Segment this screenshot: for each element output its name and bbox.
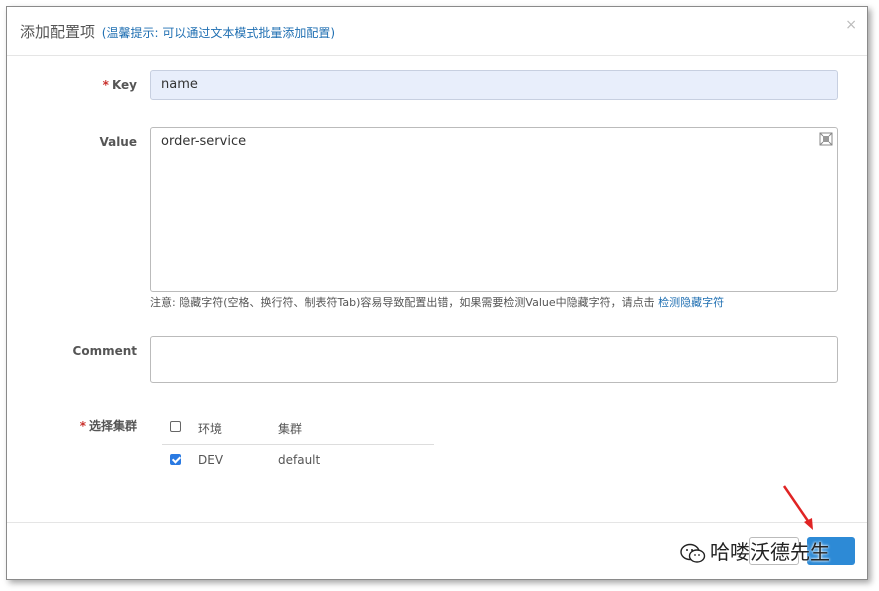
detect-hidden-chars-link[interactable]: 检测隐藏字符 — [658, 296, 724, 309]
note-text: 注意: 隐藏字符(空格、换行符、制表符Tab)容易导致配置出错，如果需要检测Va… — [150, 296, 659, 309]
select-all-checkbox[interactable] — [170, 421, 181, 432]
dialog-title: 添加配置项 (温馨提示: 可以通过文本模式批量添加配置) — [20, 21, 335, 42]
required-mark: * — [102, 78, 109, 92]
fullscreen-icon[interactable] — [819, 132, 833, 146]
value-textarea[interactable]: order-service — [150, 127, 838, 292]
cluster-table: 环境 集群 DEV default — [162, 412, 434, 477]
cluster-header: 集群 — [278, 422, 303, 436]
cluster-table-header: 环境 集群 — [162, 412, 434, 445]
key-label-text: Key — [111, 78, 137, 92]
dialog-hint: (温馨提示: 可以通过文本模式批量添加配置) — [101, 26, 336, 40]
cluster-label-text: 选择集群 — [88, 419, 137, 433]
cluster-label: * 选择集群 — [47, 417, 137, 434]
dialog-title-text: 添加配置项 — [20, 23, 96, 41]
cluster-checkbox[interactable] — [170, 454, 181, 465]
value-text: order-service — [161, 134, 247, 149]
cluster-cell: default — [278, 453, 321, 467]
required-mark: * — [79, 419, 86, 433]
wechat-icon — [680, 543, 706, 563]
watermark-text: 哈喽沃德先生 — [710, 540, 830, 564]
key-label: * Key — [47, 78, 137, 92]
comment-textarea[interactable] — [150, 336, 838, 383]
watermark: 哈喽沃德先生 — [680, 536, 830, 565]
key-input[interactable]: name — [150, 70, 838, 100]
comment-label: Comment — [72, 344, 137, 358]
table-row: DEV default — [162, 445, 434, 477]
env-cell: DEV — [198, 453, 224, 467]
close-icon[interactable]: × — [845, 17, 857, 33]
hidden-chars-note: 注意: 隐藏字符(空格、换行符、制表符Tab)容易导致配置出错，如果需要检测Va… — [150, 294, 724, 310]
red-arrow-annotation — [782, 485, 813, 530]
dialog-header: 添加配置项 (温馨提示: 可以通过文本模式批量添加配置) × — [7, 7, 867, 56]
env-header: 环境 — [198, 422, 223, 436]
value-label: Value — [99, 135, 137, 149]
dialog: 添加配置项 (温馨提示: 可以通过文本模式批量添加配置) × * Key name… — [6, 6, 868, 580]
